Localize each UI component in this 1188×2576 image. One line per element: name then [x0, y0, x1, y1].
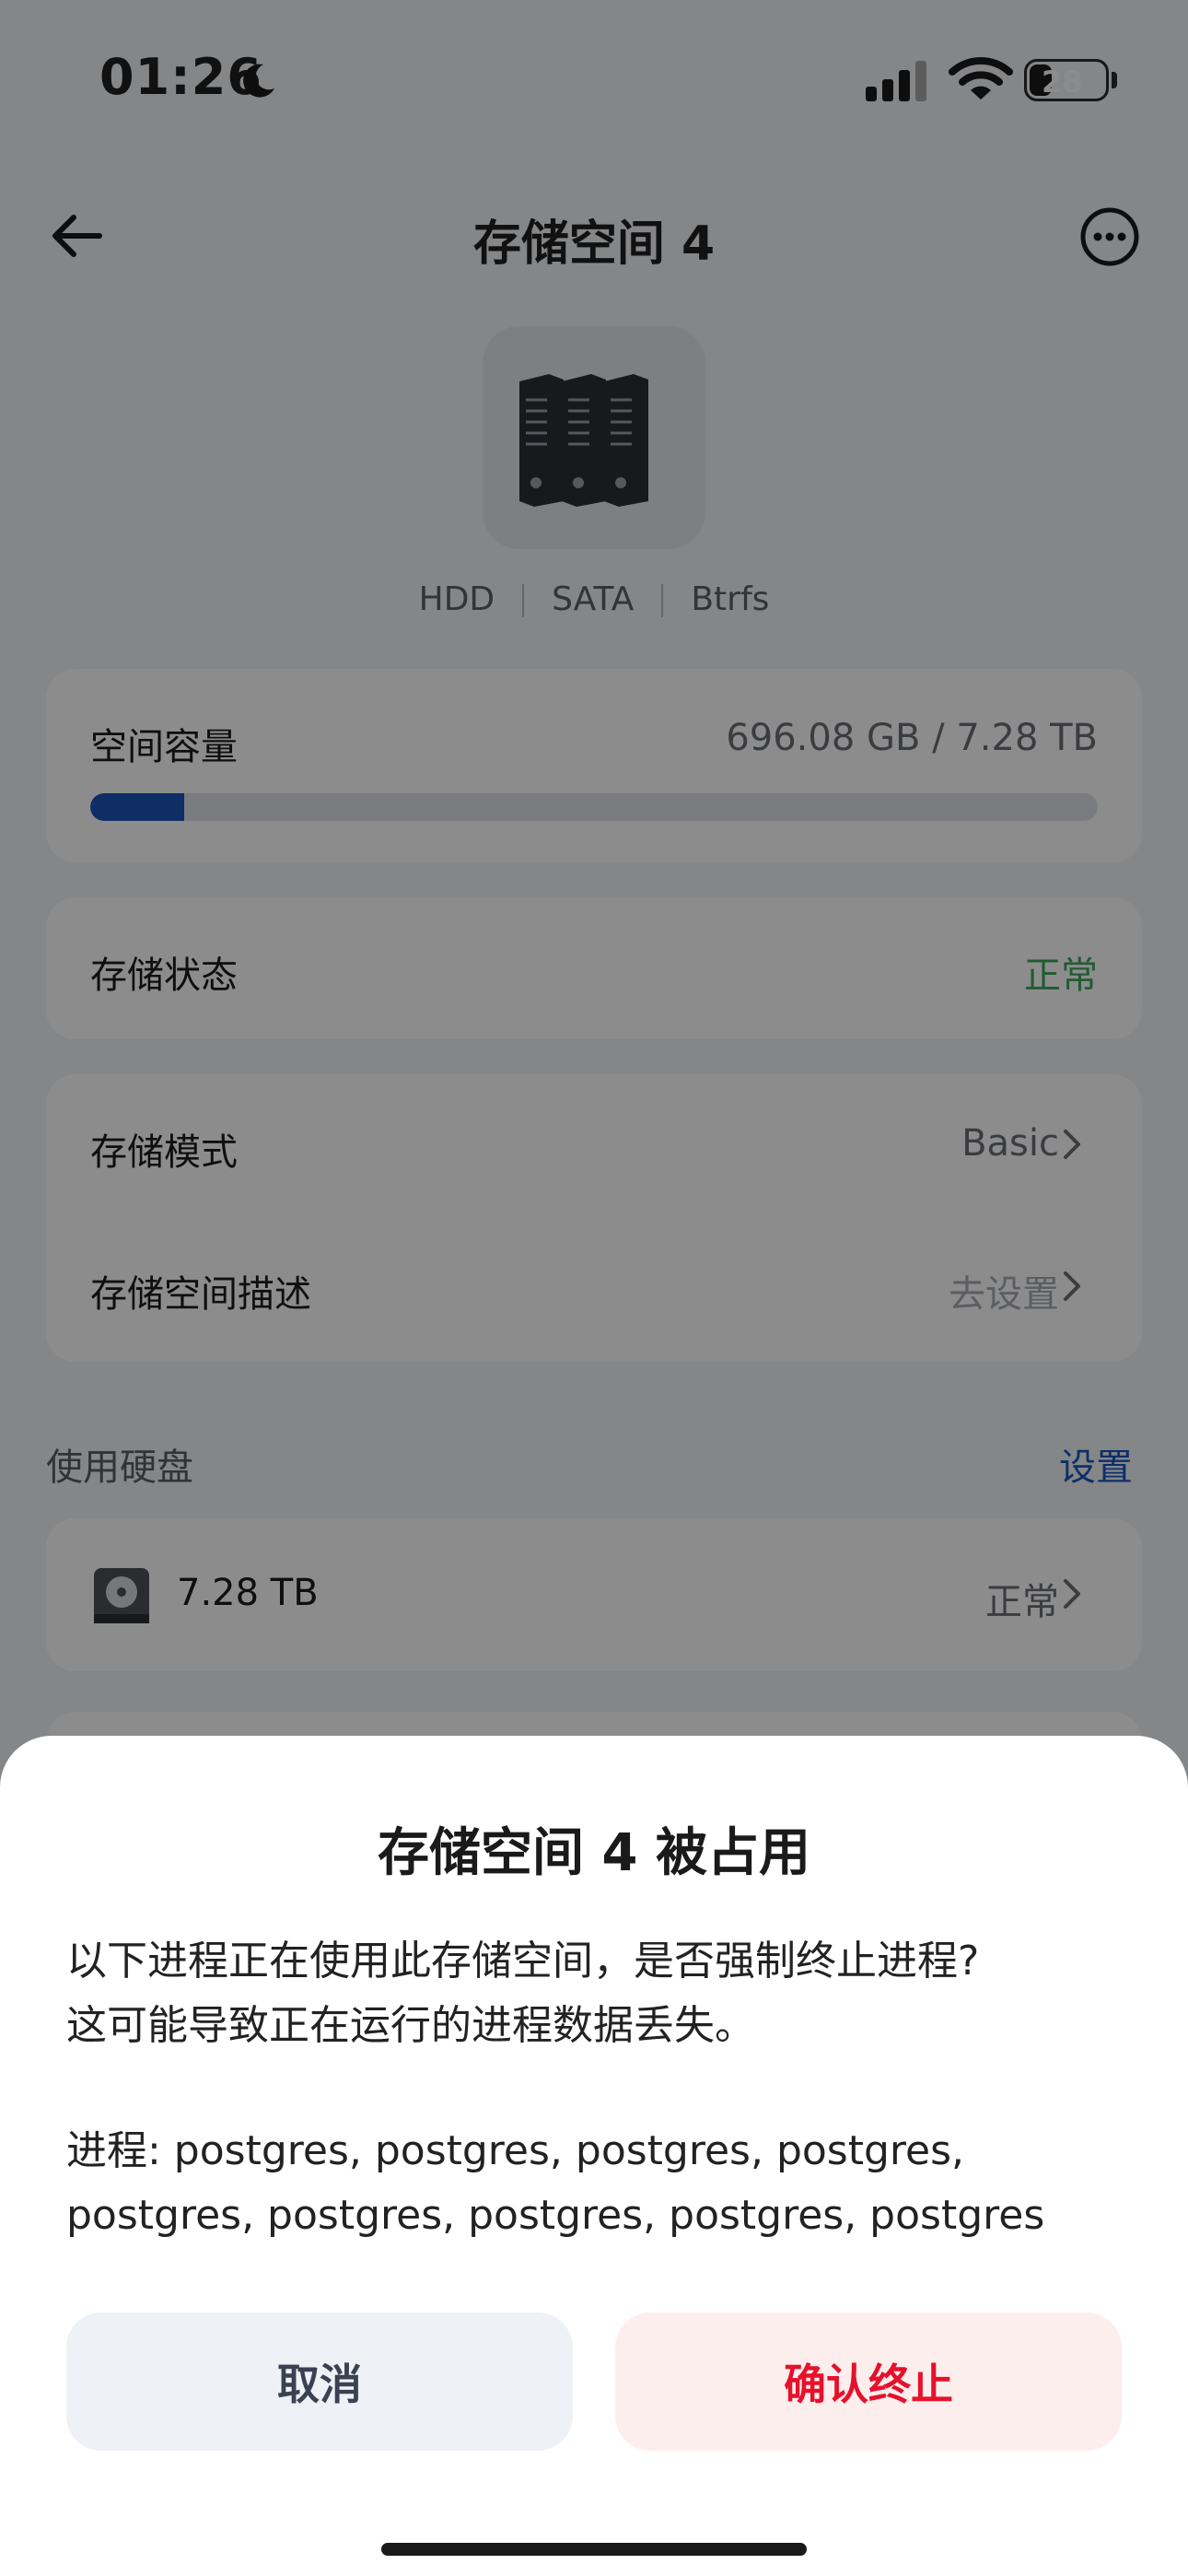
cancel-button[interactable]: 取消	[66, 2313, 573, 2451]
dialog-message-line-2: 这可能导致正在运行的进程数据丢失。	[66, 2002, 755, 2049]
dialog-message-line-1: 以下进程正在使用此存储空间，是否强制终止进程?	[66, 1938, 980, 1985]
dialog-title: 存储空间 4 被占用	[378, 1823, 810, 1883]
home-indicator	[381, 2543, 807, 2556]
dialog-process-line-2: postgres, postgres, postgres, postgres, …	[66, 2192, 1045, 2239]
confirm-terminate-button[interactable]: 确认终止	[615, 2313, 1122, 2451]
dialog-process-line-1: 进程: postgres, postgres, postgres, postgr…	[66, 2127, 965, 2174]
